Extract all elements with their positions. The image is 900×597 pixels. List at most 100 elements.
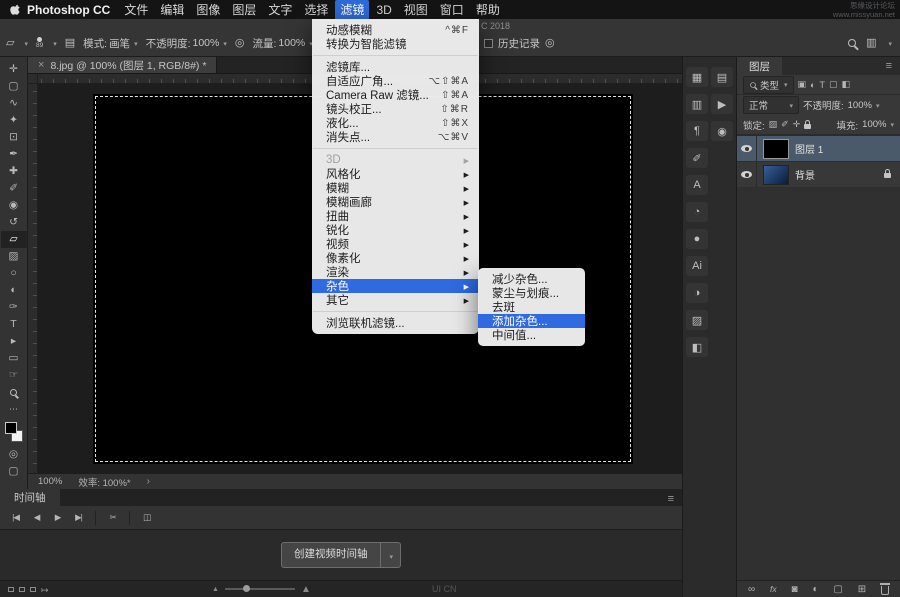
frame-thumbnail-size-icon[interactable]: [19, 587, 25, 592]
erase-to-history-checkbox[interactable]: [484, 39, 493, 48]
actions-panel-icon[interactable]: ▶: [711, 94, 733, 114]
fill-dropdown[interactable]: 100%: [862, 119, 894, 130]
menubar-item-view[interactable]: 视图: [399, 0, 433, 20]
adjustment-layer-icon[interactable]: ◐: [812, 584, 818, 595]
layer-thumbnail[interactable]: [763, 165, 789, 185]
brush-tool[interactable]: ✐: [1, 180, 27, 197]
layer-opacity-dropdown[interactable]: 100%: [848, 100, 880, 111]
layer-row-background[interactable]: 背景: [737, 162, 900, 188]
filter-menu-item-other[interactable]: 其它: [312, 293, 479, 307]
mode-dropdown[interactable]: 模式: 画笔: [83, 36, 137, 51]
filter-menu-item-vanishing-point[interactable]: 消失点...⌥⌘V: [312, 130, 479, 144]
zoom-level-field[interactable]: 100%: [38, 476, 62, 487]
filter-menu-item-adaptive-wide-angle[interactable]: 自适应广角...⌥⇧⌘A: [312, 74, 479, 88]
history-brush-tool[interactable]: ↺: [1, 214, 27, 231]
pen-tool[interactable]: ✑: [1, 299, 27, 316]
layer-effects-icon[interactable]: fx: [770, 584, 777, 594]
layer-name[interactable]: 图层 1: [795, 141, 823, 156]
flow-dropdown[interactable]: 流量: 100%: [252, 36, 312, 51]
paragraph-panel-icon[interactable]: ¶: [686, 121, 708, 141]
menubar-item-select[interactable]: 选择: [299, 0, 333, 20]
screen-mode-icon[interactable]: ▢: [1, 463, 27, 480]
flatten-frames-icon[interactable]: [41, 580, 49, 597]
workspace-icon[interactable]: ▥: [866, 38, 876, 49]
eraser-tool[interactable]: ▱: [1, 231, 27, 248]
filter-menu-item-video[interactable]: 视频: [312, 237, 479, 251]
frame-thumbnail-size-icon[interactable]: [30, 587, 36, 592]
quick-mask-icon[interactable]: ◎: [1, 446, 27, 463]
filter-pixel-layers-icon[interactable]: ▣: [798, 79, 807, 90]
blend-mode-dropdown[interactable]: 正常: [743, 96, 799, 114]
filter-smart-objects-icon[interactable]: ◧: [842, 79, 851, 90]
filter-type-layers-icon[interactable]: T: [819, 80, 825, 90]
ruler-origin[interactable]: [28, 74, 38, 84]
lock-transparency-icon[interactable]: ▨: [769, 119, 778, 130]
filter-menu-item-distort[interactable]: 扭曲: [312, 209, 479, 223]
menubar-item-filter[interactable]: 滤镜: [335, 0, 369, 20]
noise-submenu-item-dust-and-scratches[interactable]: 蒙尘与划痕...: [478, 286, 585, 300]
filter-menu-item-pixelate[interactable]: 像素化: [312, 251, 479, 265]
filter-menu-item-noise[interactable]: 杂色: [312, 279, 479, 293]
clone-source-panel-icon[interactable]: ◉: [711, 121, 733, 141]
zoom-in-mountain-icon[interactable]: ▲: [301, 584, 311, 595]
lasso-tool[interactable]: ∿: [1, 95, 27, 112]
layer-filter-type-dropdown[interactable]: 类型: [743, 76, 794, 94]
edit-toolbar-icon[interactable]: ⋯: [9, 404, 18, 415]
menubar-item-file[interactable]: 文件: [119, 0, 153, 20]
spot-healing-brush-tool[interactable]: ✚: [1, 163, 27, 180]
filter-menu-item-convert-smart-filters[interactable]: 转换为智能滤镜: [312, 37, 479, 51]
gradient-tool[interactable]: ▨: [1, 248, 27, 265]
type-tool[interactable]: T: [1, 316, 27, 333]
visibility-toggle[interactable]: [737, 136, 757, 161]
hand-tool[interactable]: ☞: [1, 367, 27, 384]
clone-stamp-tool[interactable]: ◉: [1, 197, 27, 214]
zoom-tool[interactable]: [1, 384, 27, 401]
brush-preset-picker[interactable]: 89: [36, 37, 43, 50]
patterns-panel-icon[interactable]: ▨: [686, 310, 708, 330]
dodge-tool[interactable]: ◐: [1, 282, 27, 299]
filter-menu-item-motion-blur[interactable]: 动感模糊^⌘F: [312, 23, 479, 37]
layer-mask-icon[interactable]: ◙: [792, 584, 798, 595]
layer-thumbnail[interactable]: [763, 139, 789, 159]
character-panel-icon[interactable]: A: [686, 175, 708, 195]
menubar-item-layer[interactable]: 图层: [227, 0, 261, 20]
noise-submenu-item-despeckle[interactable]: 去斑: [478, 300, 585, 314]
brush-settings-panel-icon[interactable]: ✐: [686, 148, 708, 168]
filter-menu-item-blur-gallery[interactable]: 模糊画廊: [312, 195, 479, 209]
eraser-preset-icon[interactable]: ▱: [6, 38, 14, 49]
smoothing-icon[interactable]: ◎: [545, 38, 555, 49]
link-layers-icon[interactable]: ∞: [748, 584, 755, 595]
properties-panel-icon[interactable]: ◔: [686, 202, 708, 222]
libraries-panel-icon[interactable]: Ai: [686, 256, 708, 276]
go-to-first-frame-button[interactable]: |◀: [6, 509, 25, 527]
tab-timeline[interactable]: 时间轴: [0, 489, 60, 506]
layer-name[interactable]: 背景: [795, 167, 815, 182]
tool-preset-caret-icon[interactable]: [22, 37, 28, 49]
previous-frame-button[interactable]: ◀: [27, 509, 46, 527]
magic-wand-tool[interactable]: ✦: [1, 112, 27, 129]
lock-all-icon[interactable]: [804, 124, 811, 129]
layers-panel-menu-icon[interactable]: [886, 60, 892, 72]
path-selection-tool[interactable]: ▸: [1, 333, 27, 350]
eyedropper-tool[interactable]: ✒: [1, 146, 27, 163]
play-button[interactable]: ▶: [48, 509, 67, 527]
search-icon[interactable]: [848, 39, 856, 47]
filter-menu-item-3d[interactable]: 3D: [312, 153, 479, 167]
new-layer-icon[interactable]: ⊞: [858, 584, 866, 595]
filter-menu-item-browse-filters-online[interactable]: 浏览联机滤镜...: [312, 316, 479, 330]
filter-menu-item-render[interactable]: 渲染: [312, 265, 479, 279]
menubar-item-help[interactable]: 帮助: [471, 0, 505, 20]
apple-menu-icon[interactable]: [10, 3, 21, 16]
vertical-ruler[interactable]: [28, 84, 38, 473]
filter-menu-item-camera-raw[interactable]: Camera Raw 滤镜...⇧⌘A: [312, 88, 479, 102]
noise-submenu-item-reduce-noise[interactable]: 减少杂色...: [478, 272, 585, 286]
menubar-item-edit[interactable]: 编辑: [155, 0, 189, 20]
lock-position-icon[interactable]: ✛: [793, 119, 801, 130]
info-panel-icon[interactable]: ◑: [686, 283, 708, 303]
menubar-item-window[interactable]: 窗口: [435, 0, 469, 20]
split-at-playhead-button[interactable]: ✂: [103, 509, 122, 527]
noise-submenu-item-median[interactable]: 中间值...: [478, 328, 585, 342]
toggle-brush-panel-icon[interactable]: ▤: [65, 38, 75, 49]
color-swatches[interactable]: [5, 422, 23, 442]
layer-row-layer-1[interactable]: 图层 1: [737, 136, 900, 162]
